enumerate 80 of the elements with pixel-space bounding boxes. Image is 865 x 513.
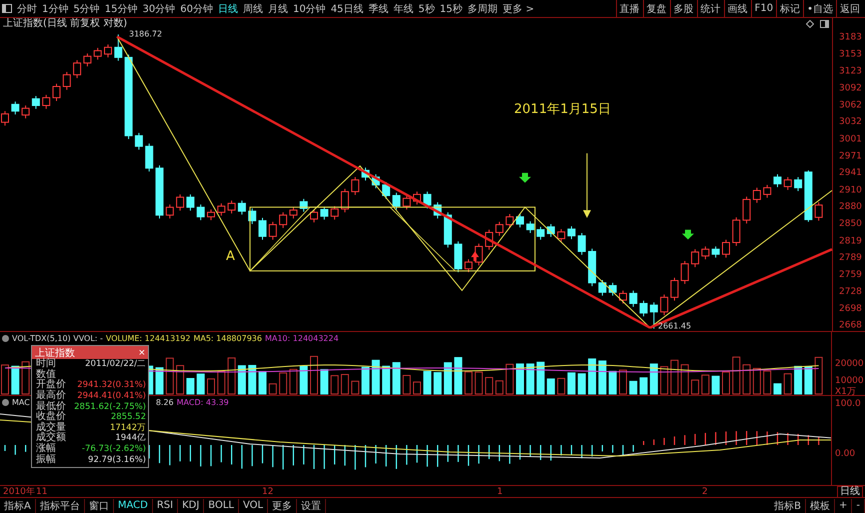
quote-label: 数值: [36, 370, 56, 380]
quote-value: -76.73(-2.62%): [82, 444, 146, 454]
quote-label: 最低价: [36, 402, 66, 412]
month-label: 1: [497, 486, 503, 498]
axis-label: 3062: [839, 100, 862, 110]
axis-label: 2850: [839, 218, 862, 229]
price-label: 2661.45: [658, 321, 692, 330]
axis-label: 2698: [839, 304, 862, 314]
indicator-value: MA5: 148807936: [193, 334, 262, 342]
year-label: 2010年: [3, 486, 35, 498]
quote-value: 2011/02/22/二: [85, 359, 146, 370]
period-tab[interactable]: 月线: [268, 2, 288, 16]
period-tab[interactable]: 30分钟: [142, 2, 176, 16]
axis-label: 100.0: [835, 399, 861, 409]
indicator-value: VOL-TDX(5,10) VVOL: -: [12, 334, 103, 342]
axis-label: 2728: [839, 287, 862, 298]
axis-label: 3153: [839, 50, 862, 60]
axis-label: 3183: [839, 32, 862, 43]
unit-label: X1万: [835, 387, 856, 396]
popup-title: 上证指数: [35, 346, 75, 358]
period-tab[interactable]: 多周期: [468, 2, 498, 16]
period-tab[interactable]: 10分钟: [292, 2, 326, 16]
quote-label: 时间: [36, 359, 56, 370]
period-tab[interactable]: 周线: [242, 2, 263, 16]
period-tab[interactable]: 60分钟: [180, 2, 213, 16]
period-tab[interactable]: 年线: [393, 2, 414, 16]
axis-label: 2819: [839, 236, 862, 246]
period-tab[interactable]: 15秒: [440, 2, 463, 16]
quote-value: 17142万: [110, 422, 146, 433]
date-annotation: 2011年1月15日: [514, 102, 611, 118]
indicator-name: MAC: [12, 398, 30, 406]
period-tab[interactable]: 季线: [368, 2, 388, 16]
indicator-value: VOLUME: 124413192: [106, 334, 190, 342]
period-tab[interactable]: 5分钟: [73, 2, 100, 16]
axis-label: 3032: [839, 117, 862, 128]
close-button[interactable]: ×: [138, 346, 145, 358]
quote-value: 1944亿: [115, 433, 146, 444]
indicator-value: 8.26: [156, 398, 174, 406]
axis-label: 2971: [839, 151, 862, 162]
quote-label: 振幅: [36, 454, 56, 465]
axis-label: 3123: [839, 66, 862, 76]
axis-label: 2668: [839, 320, 862, 331]
axis-label: 2789: [839, 253, 862, 264]
axis-label: 20000: [835, 359, 864, 369]
quote-value: 2944.41(0.41%): [77, 391, 146, 402]
period-tab[interactable]: 1分钟: [42, 2, 68, 16]
period-tab[interactable]: 分时: [17, 2, 37, 16]
month-label: 2: [702, 486, 708, 498]
axis-label: 2759: [839, 270, 862, 280]
quote-label: 成交额: [36, 433, 66, 444]
period-tab[interactable]: 5秒: [418, 2, 435, 16]
indicator-value: MA10: 124043224: [264, 334, 339, 342]
chart-title: 上证指数(日线 前复权 对数): [3, 18, 128, 30]
quote-value: 2851.62(-2.75%): [74, 402, 146, 412]
period-button[interactable]: 日线: [837, 486, 863, 498]
quote-value: 2941.32(0.31%): [77, 380, 146, 390]
axis-label: 2941: [839, 168, 862, 178]
period-tab[interactable]: 15分钟: [104, 2, 138, 16]
axis-label: 2910: [839, 185, 862, 196]
month-label: 11: [36, 486, 48, 498]
price-label: 3186.72: [129, 30, 162, 39]
axis-label: 3001: [839, 134, 862, 144]
quote-value: 2855.52: [110, 412, 146, 422]
axis-label: 3092: [839, 84, 862, 94]
quote-value: 92.79(3.16%): [88, 454, 146, 465]
point-label: A: [226, 249, 235, 264]
axis-label: 10000: [835, 376, 864, 386]
axis-label: 2880: [839, 202, 862, 212]
axis-label: 0.00: [835, 449, 856, 459]
quote-label: 收盘价: [36, 412, 66, 422]
period-tab[interactable]: 45日线: [330, 2, 364, 16]
quote-label: 最高价: [36, 391, 66, 402]
quote-label: 涨幅: [36, 444, 56, 454]
quote-label: 开盘价: [36, 380, 66, 390]
period-tab[interactable]: 更多 >: [502, 2, 534, 16]
toolbar-button[interactable]: •自选: [803, 0, 836, 17]
indicator-value: MACD: 43.39: [176, 398, 229, 406]
month-label: 12: [262, 486, 274, 498]
quote-label: 成交量: [36, 422, 66, 433]
period-tab[interactable]: 日线: [218, 2, 238, 16]
